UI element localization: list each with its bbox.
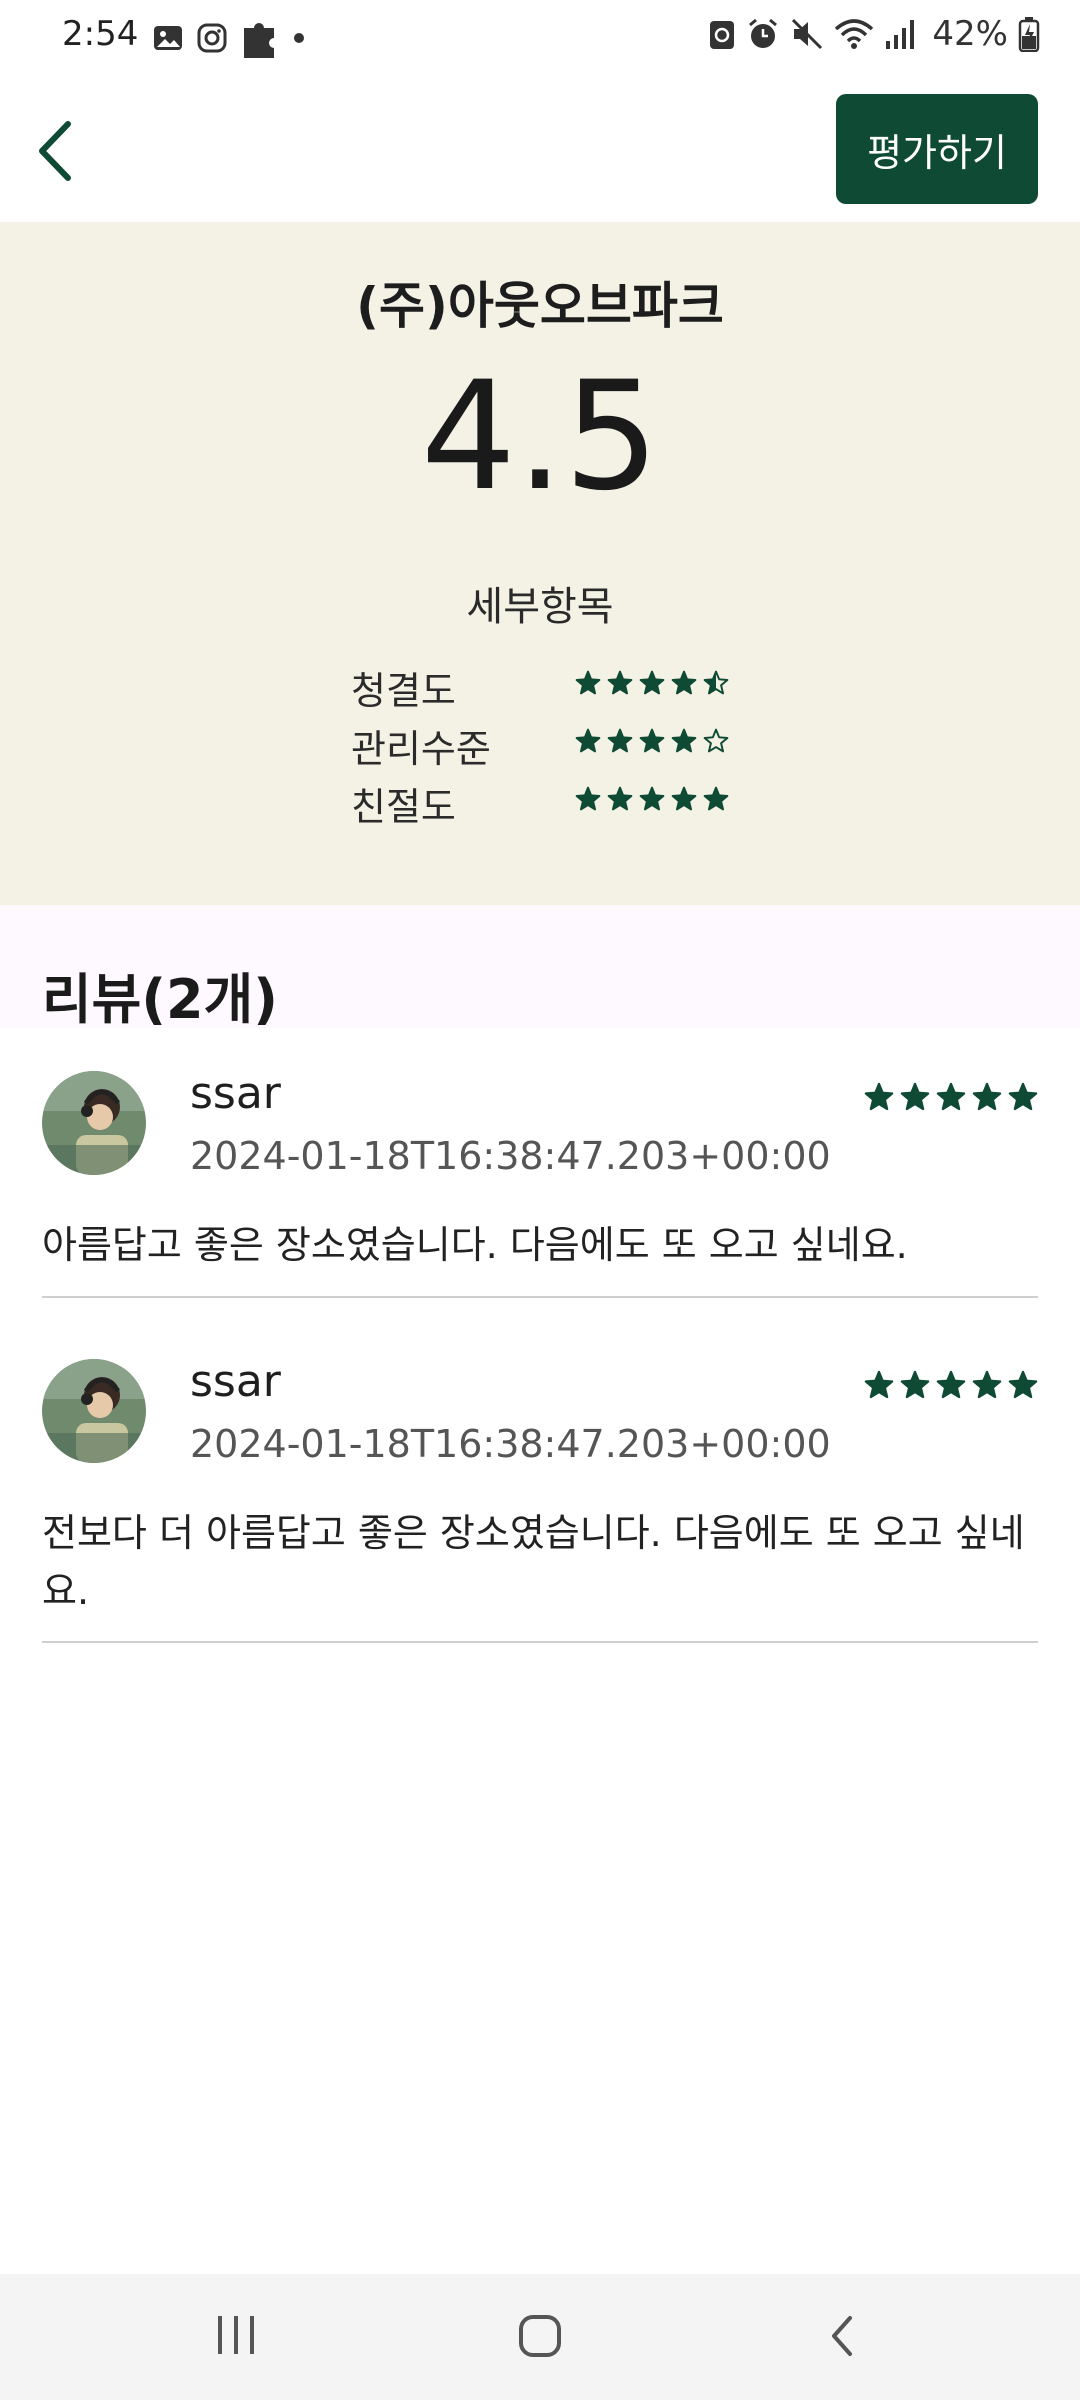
rating-summary: (주)아웃오브파크 4.5 세부항목 청결도 관리수준 친절도 bbox=[0, 222, 1080, 905]
star-filled-icon bbox=[972, 1082, 1002, 1111]
star-filled-icon bbox=[972, 1370, 1002, 1399]
star-filled-icon bbox=[936, 1370, 966, 1399]
review-text: 전보다 더 아름답고 좋은 장소였습니다. 다음에도 또 오고 싶네요. bbox=[42, 1511, 1025, 1613]
reviews-title: 리뷰(2개) bbox=[42, 968, 278, 1031]
review-user: ssar bbox=[190, 1068, 281, 1119]
review-item: ssar 2024-01-18T16:38:47.203+00:00 아름답고 … bbox=[0, 1028, 1080, 1300]
star-filled-icon bbox=[671, 728, 697, 753]
review-date: 2024-01-18T16:38:47.203+00:00 bbox=[190, 1134, 831, 1178]
back-nav-icon bbox=[832, 2316, 852, 2356]
star-empty-icon bbox=[703, 728, 729, 753]
star-filled-icon bbox=[575, 670, 601, 695]
mute-icon bbox=[792, 18, 823, 50]
star-filled-icon bbox=[607, 670, 633, 695]
reviews-header: 리뷰(2개) bbox=[0, 905, 1080, 1031]
divider bbox=[42, 1296, 1038, 1298]
detail-row-management: 관리수준 bbox=[351, 718, 731, 774]
rate-button[interactable]: 평가하기 bbox=[836, 94, 1038, 204]
user-avatar-image bbox=[42, 1071, 146, 1175]
user-avatar-image bbox=[42, 1359, 146, 1463]
status-bar: 2:54 42% bbox=[0, 0, 1080, 76]
review-text: 아름답고 좋은 장소였습니다. 다음에도 또 오고 싶네요. bbox=[42, 1223, 908, 1267]
detail-row-cleanliness: 청결도 bbox=[351, 660, 731, 716]
review-item: ssar 2024-01-18T16:38:47.203+00:00 전보다 더… bbox=[0, 1316, 1080, 1646]
star-half-icon bbox=[703, 670, 729, 695]
company-name: (주)아웃오브파크 bbox=[356, 277, 724, 335]
star-filled-icon bbox=[575, 728, 601, 753]
star-filled-icon bbox=[703, 786, 729, 811]
battery-icon bbox=[1018, 17, 1040, 52]
star-filled-icon bbox=[607, 786, 633, 811]
review-user: ssar bbox=[190, 1356, 281, 1407]
avatar bbox=[42, 1359, 146, 1463]
detail-title: 세부항목 bbox=[466, 584, 614, 630]
detail-stars bbox=[575, 670, 729, 696]
gallery-icon bbox=[154, 26, 182, 50]
star-filled-icon bbox=[864, 1082, 894, 1111]
star-filled-icon bbox=[639, 728, 665, 753]
system-nav-bar bbox=[0, 2274, 1080, 2400]
star-filled-icon bbox=[1008, 1370, 1038, 1399]
star-filled-icon bbox=[900, 1082, 930, 1111]
review-date: 2024-01-18T16:38:47.203+00:00 bbox=[190, 1422, 831, 1466]
review-stars bbox=[864, 1370, 1038, 1400]
star-filled-icon bbox=[1008, 1082, 1038, 1111]
battery-percent: 42% bbox=[932, 14, 1008, 54]
detail-row-kindness: 친절도 bbox=[351, 776, 731, 832]
star-filled-icon bbox=[936, 1082, 966, 1111]
star-filled-icon bbox=[575, 786, 601, 811]
star-filled-icon bbox=[639, 670, 665, 695]
back-button[interactable] bbox=[28, 116, 88, 186]
home-icon bbox=[519, 2315, 561, 2357]
detail-label: 관리수준 bbox=[351, 727, 491, 771]
star-filled-icon bbox=[607, 728, 633, 753]
recent-apps-button[interactable] bbox=[214, 2312, 258, 2362]
detail-label: 청결도 bbox=[351, 669, 456, 713]
status-time: 2:54 bbox=[62, 14, 139, 54]
divider bbox=[42, 1641, 1038, 1643]
star-filled-icon bbox=[900, 1370, 930, 1399]
recent-apps-icon bbox=[218, 2316, 254, 2354]
home-button[interactable] bbox=[516, 2312, 564, 2364]
signal-icon bbox=[886, 20, 915, 49]
detail-stars bbox=[575, 728, 729, 754]
app-bar: 평가하기 bbox=[0, 76, 1080, 222]
star-filled-icon bbox=[864, 1370, 894, 1399]
overall-score: 4.5 bbox=[420, 350, 660, 524]
recycle-icon bbox=[710, 21, 735, 49]
avatar bbox=[42, 1071, 146, 1175]
back-nav-button[interactable] bbox=[822, 2312, 862, 2364]
star-filled-icon bbox=[671, 670, 697, 695]
alarm-icon bbox=[749, 18, 778, 48]
detail-label: 친절도 bbox=[351, 785, 456, 829]
dot-icon bbox=[294, 33, 304, 43]
instagram-icon bbox=[197, 23, 227, 53]
star-filled-icon bbox=[671, 786, 697, 811]
wifi-icon bbox=[835, 19, 874, 49]
star-filled-icon bbox=[639, 786, 665, 811]
puzzle-icon bbox=[244, 23, 274, 58]
review-stars bbox=[864, 1082, 1038, 1112]
chevron-left-icon bbox=[39, 121, 71, 181]
detail-stars bbox=[575, 786, 729, 812]
